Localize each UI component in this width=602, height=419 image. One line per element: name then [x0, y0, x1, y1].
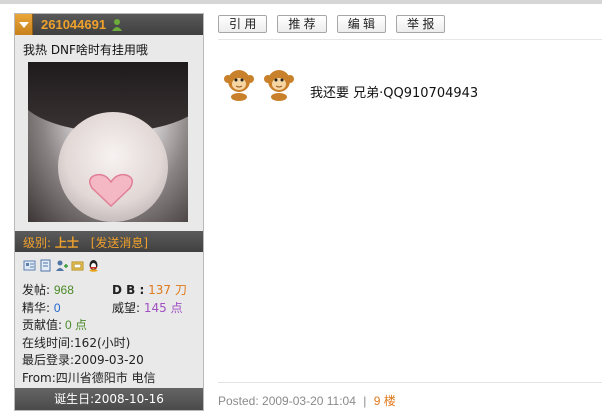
post-footer-divider: [218, 382, 602, 383]
note-icon[interactable]: [39, 259, 52, 272]
post-text: 我还要 兄弟·QQ910704943: [310, 86, 479, 101]
profile-action-icons: [23, 259, 100, 272]
author-username[interactable]: 261044691: [41, 17, 106, 32]
toolbar-divider: [218, 39, 602, 40]
heart-icon: [89, 173, 133, 208]
level-value: 上士: [54, 236, 79, 250]
report-button[interactable]: 举 报: [396, 15, 446, 33]
profile-menu-toggle[interactable]: [15, 14, 33, 35]
contribution-stat: 贡献值: 0 点: [22, 317, 202, 335]
birthday-bar: 诞生日:2008-10-16: [15, 388, 203, 410]
essence-value: 0: [53, 300, 61, 315]
monkey-emoticon: [264, 70, 294, 101]
level-label: 级别:: [23, 236, 52, 250]
post-toolbar: 引 用 推 荐 编 辑 举 报: [218, 15, 446, 33]
author-location: From:四川省德阳市 电信: [22, 370, 156, 385]
recommend-button[interactable]: 推 荐: [277, 15, 327, 33]
post-timestamp: Posted: 2009-03-20 11:04: [218, 394, 356, 408]
db-value: 137 刀: [148, 283, 187, 297]
profile-card-icon[interactable]: [23, 259, 36, 272]
author-signature: 我热 DNF啥时有挂用哦: [23, 43, 148, 57]
author-profile-panel: 261044691 我热 DNF啥时有挂用哦 级别: 上士 [发送消息] 发帖:…: [14, 13, 204, 411]
send-message-link[interactable]: [发送消息]: [91, 236, 148, 250]
online-time: 在线时间:162(小时): [22, 335, 131, 350]
posts-stat: 发帖: 968: [22, 283, 74, 297]
monkey-emoticon: [224, 70, 254, 101]
posts-value: 968: [53, 283, 74, 297]
post-frame: 261044691 我热 DNF啥时有挂用哦 级别: 上士 [发送消息] 发帖:…: [0, 0, 602, 419]
quote-button[interactable]: 引 用: [218, 15, 268, 33]
add-friend-icon[interactable]: [55, 259, 68, 272]
author-stats: 发帖: 968 D B : 137 刀 精华: 0 威望: 145 点 贡献值:…: [22, 282, 202, 387]
qq-penguin-icon[interactable]: [87, 259, 100, 272]
level-bar: 级别: 上士 [发送消息]: [15, 231, 203, 252]
footer-separator: |: [363, 394, 367, 408]
post-floor-number[interactable]: 9 楼: [374, 394, 396, 408]
contribution-value: 0 点: [65, 318, 88, 332]
db-stat: D B : 137 刀: [112, 283, 187, 297]
birthday-text: 诞生日:2008-10-16: [54, 392, 164, 406]
last-login: 最后登录:2009-03-20: [22, 353, 144, 367]
essence-stat: 精华: 0: [22, 300, 61, 315]
dropdown-arrow-icon: [18, 21, 29, 28]
edit-button[interactable]: 编 辑: [336, 15, 387, 33]
online-user-icon: [112, 18, 123, 31]
post-content: 我还要 兄弟·QQ910704943: [222, 67, 478, 101]
prestige-value: 145 点: [143, 300, 183, 315]
prestige-stat: 威望: 145 点: [112, 300, 183, 315]
home-icon[interactable]: [71, 259, 84, 272]
post-footer: Posted: 2009-03-20 11:04 | 9 楼: [218, 392, 396, 409]
author-avatar[interactable]: [28, 62, 188, 222]
profile-header: 261044691: [15, 14, 203, 35]
